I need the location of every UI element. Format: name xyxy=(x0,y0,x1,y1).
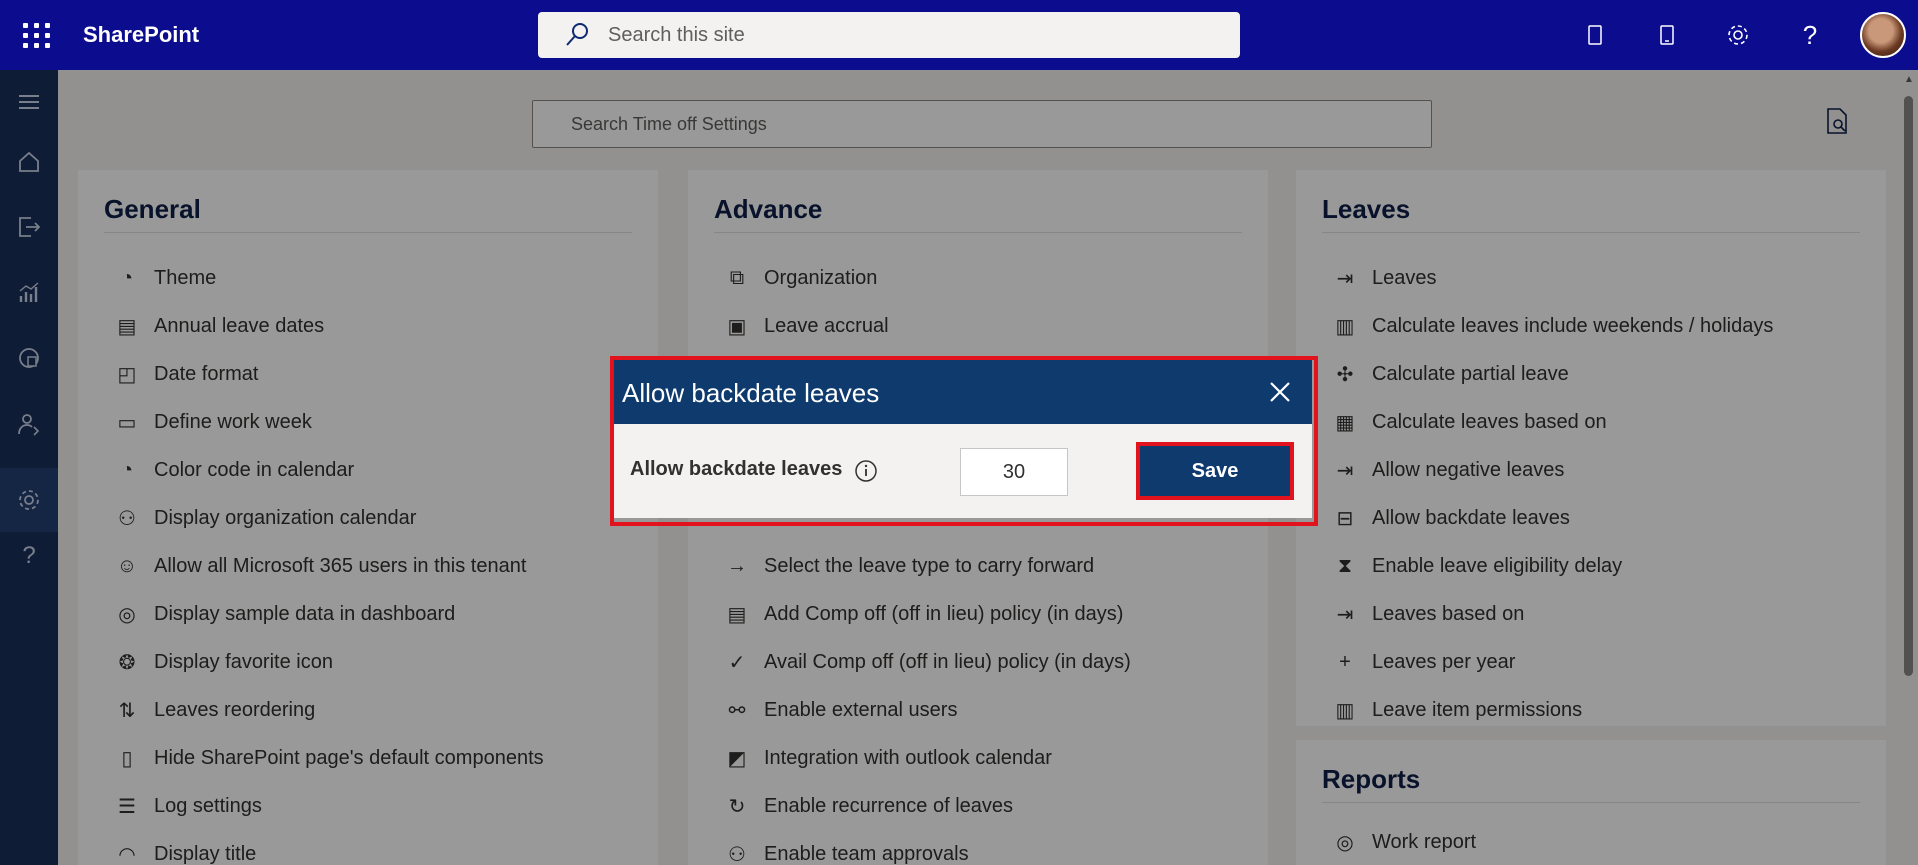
gear-icon[interactable] xyxy=(1721,18,1755,52)
site-search-box[interactable] xyxy=(538,12,1240,58)
save-button[interactable]: Save xyxy=(1140,446,1290,496)
notebook-icon[interactable] xyxy=(1578,18,1612,52)
info-icon[interactable] xyxy=(854,459,878,483)
dialog-title: Allow backdate leaves xyxy=(622,378,880,408)
field-label: Allow backdate leaves xyxy=(630,458,843,480)
waffle-icon[interactable] xyxy=(20,20,50,50)
suite-header: SharePoint ? xyxy=(0,0,1918,70)
site-search-input[interactable] xyxy=(608,23,1168,47)
help-icon[interactable]: ? xyxy=(1793,18,1827,52)
avatar[interactable] xyxy=(1860,12,1906,58)
dialog-header: Allow backdate leaves xyxy=(614,360,1312,424)
app-title[interactable]: SharePoint xyxy=(83,22,199,48)
backdate-days-input[interactable] xyxy=(960,448,1068,496)
close-icon[interactable] xyxy=(1264,376,1296,408)
mobile-icon[interactable] xyxy=(1650,18,1684,52)
search-icon xyxy=(566,23,588,46)
